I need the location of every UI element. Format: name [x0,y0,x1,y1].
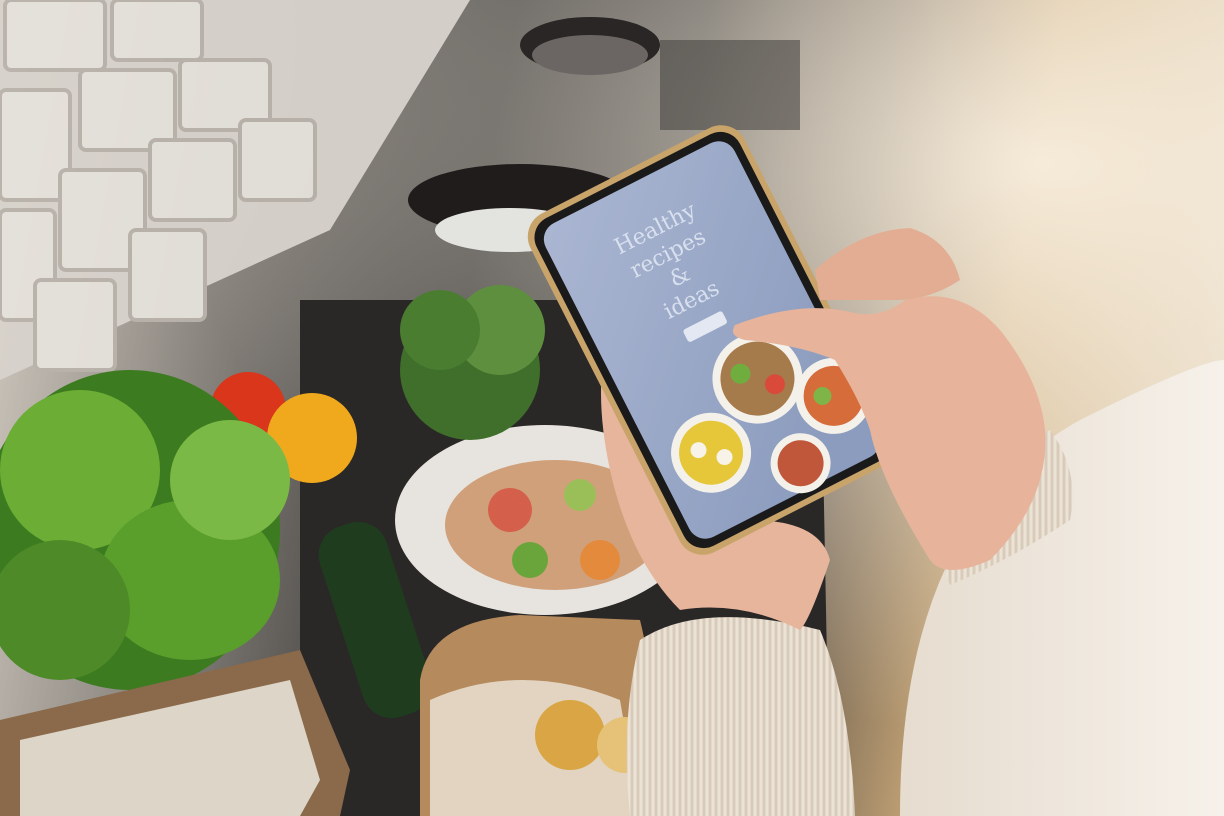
paper-bag [420,615,654,816]
sweater-sleeve [626,617,855,816]
photo-illustration: Healthy recipes & ideas [0,0,1224,816]
kitchen-photo: Healthy recipes & ideas [0,0,1224,816]
